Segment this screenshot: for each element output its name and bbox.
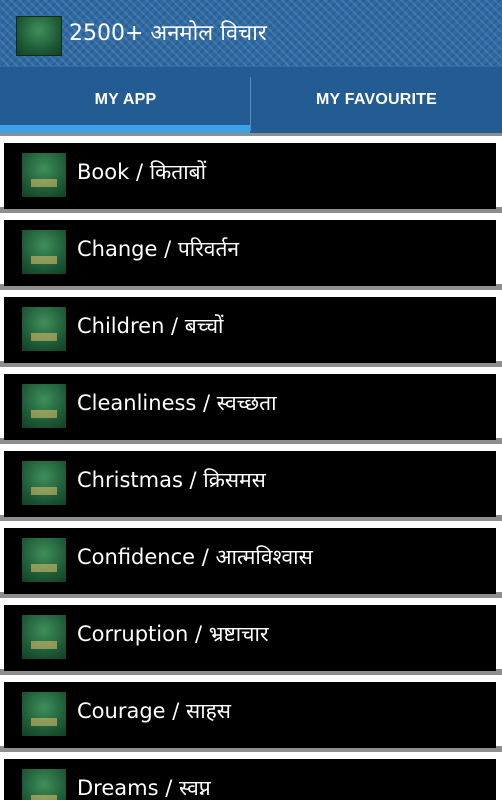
- category-card[interactable]: Corruption / भ्रष्टाचार: [4, 605, 496, 671]
- list-item[interactable]: Children / बच्चों: [0, 287, 502, 364]
- app-bar: 2500+ अनमोल विचार: [0, 0, 502, 67]
- tab-divider: [250, 77, 251, 131]
- category-thumbnail-icon: [22, 153, 66, 197]
- category-card[interactable]: Dreams / स्वप्न: [4, 759, 496, 800]
- list-item[interactable]: Change / परिवर्तन: [0, 210, 502, 287]
- list-item[interactable]: Confidence / आत्मविश्वास: [0, 518, 502, 595]
- category-label: Corruption / भ्रष्टाचार: [77, 622, 269, 646]
- category-thumbnail-icon: [22, 230, 66, 274]
- category-label: Courage / साहस: [77, 699, 231, 723]
- list-item[interactable]: Dreams / स्वप्न: [0, 749, 502, 800]
- category-label: Confidence / आत्मविश्वास: [77, 545, 313, 569]
- category-thumbnail-icon: [22, 769, 66, 800]
- app-logo-icon: [16, 16, 62, 56]
- category-card[interactable]: Cleanliness / स्वच्छता: [4, 374, 496, 440]
- category-label: Christmas / क्रिसमस: [77, 468, 266, 492]
- category-thumbnail-icon: [22, 307, 66, 351]
- category-label: Cleanliness / स्वच्छता: [77, 391, 277, 415]
- category-label: Book / किताबों: [77, 160, 207, 184]
- list-item[interactable]: Christmas / क्रिसमस: [0, 441, 502, 518]
- category-label: Change / परिवर्तन: [77, 237, 240, 261]
- category-thumbnail-icon: [22, 615, 66, 659]
- list-item[interactable]: Courage / साहस: [0, 672, 502, 749]
- category-card[interactable]: Confidence / आत्मविश्वास: [4, 528, 496, 594]
- list-item[interactable]: Book / किताबों: [0, 133, 502, 210]
- tab-my-app[interactable]: MY APP: [0, 67, 251, 133]
- app-title: 2500+ अनमोल विचार: [69, 21, 267, 46]
- category-card[interactable]: Christmas / क्रिसमस: [4, 451, 496, 517]
- list-item[interactable]: Corruption / भ्रष्टाचार: [0, 595, 502, 672]
- category-card[interactable]: Change / परिवर्तन: [4, 220, 496, 286]
- category-label: Children / बच्चों: [77, 314, 224, 338]
- category-card[interactable]: Children / बच्चों: [4, 297, 496, 363]
- tab-my-favourite[interactable]: MY FAVOURITE: [251, 67, 502, 133]
- list-item[interactable]: Cleanliness / स्वच्छता: [0, 364, 502, 441]
- category-thumbnail-icon: [22, 538, 66, 582]
- category-thumbnail-icon: [22, 692, 66, 736]
- category-thumbnail-icon: [22, 461, 66, 505]
- tab-selected-indicator: [0, 125, 250, 133]
- category-thumbnail-icon: [22, 384, 66, 428]
- category-card[interactable]: Book / किताबों: [4, 143, 496, 209]
- category-card[interactable]: Courage / साहस: [4, 682, 496, 748]
- category-label: Dreams / स्वप्न: [77, 776, 211, 800]
- tab-bar: MY APP MY FAVOURITE: [0, 67, 502, 133]
- category-list[interactable]: Book / किताबों Change / परिवर्तन Childre…: [0, 133, 502, 800]
